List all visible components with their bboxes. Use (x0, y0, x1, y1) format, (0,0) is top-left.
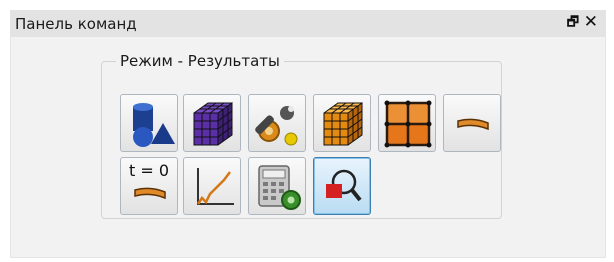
calculator-button[interactable] (248, 157, 306, 215)
deformed-beam-icon (457, 118, 489, 131)
zoom-button[interactable] (313, 157, 371, 215)
initial-state-button[interactable]: t = 0 (120, 157, 178, 215)
orange-grid-icon (384, 100, 432, 148)
calculator-gear-icon (258, 165, 301, 210)
results-cube-button[interactable] (313, 94, 371, 152)
panel-title: Панель команд (15, 15, 137, 33)
panel-titlebar: Панель команд 🗗 ✕ (11, 11, 605, 37)
float-icon[interactable]: 🗗 (567, 15, 579, 31)
group-legend: Режим - Результаты (116, 52, 284, 70)
line-graph-icon (196, 168, 234, 205)
close-icon[interactable]: ✕ (584, 13, 598, 31)
mesh-button[interactable] (183, 94, 241, 152)
purple-mesh-cube-icon (193, 102, 233, 146)
grid-button[interactable] (378, 94, 436, 152)
beam-t0-icon (134, 187, 166, 200)
geometry-shapes-icon (133, 103, 175, 147)
orange-mesh-cube-icon (323, 102, 363, 146)
magnifier-icon (326, 169, 362, 202)
graph-button[interactable] (183, 157, 241, 215)
geometry-button[interactable] (120, 94, 178, 152)
wrench-gear-icon (255, 106, 298, 146)
tools-button[interactable] (248, 94, 306, 152)
beam-button[interactable] (443, 94, 501, 152)
